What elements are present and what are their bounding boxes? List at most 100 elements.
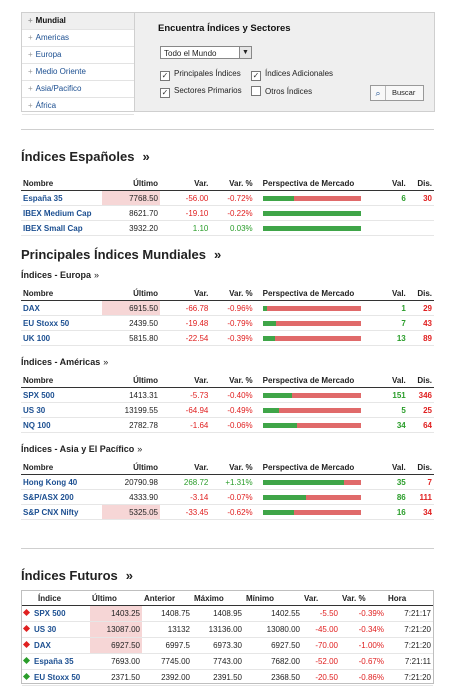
- region-item[interactable]: + Europa: [22, 47, 134, 64]
- checkbox-otros[interactable]: Otros Índices: [251, 86, 312, 96]
- chevron-right-icon[interactable]: »: [94, 270, 99, 280]
- table-row: US 30 13087.00 13132 13136.00 13080.00 -45.00…: [22, 621, 433, 638]
- future-name-link[interactable]: DAX: [34, 641, 51, 650]
- checkbox-box[interactable]: [251, 86, 261, 96]
- buy-count: 35: [373, 474, 408, 490]
- buy-count: 6: [373, 190, 408, 206]
- checkbox-sectores[interactable]: ✓ Sectores Primarios: [160, 86, 242, 98]
- region-item[interactable]: + Medio Oriente: [22, 64, 134, 81]
- checkbox-adicionales[interactable]: ✓ Índices Adicionales: [251, 69, 333, 81]
- section-title-text[interactable]: Principales Índices Mundiales: [21, 247, 206, 262]
- table-row: UK 100 5815.80 -22.54 -0.39% 13 89: [21, 330, 434, 346]
- index-name-link[interactable]: SPX 500: [21, 387, 102, 403]
- index-name-link[interactable]: US 30: [21, 402, 102, 418]
- section-title-spanish[interactable]: Índices Españoles »: [21, 149, 150, 164]
- column-header-name: Nombre: [21, 460, 102, 475]
- future-name-link[interactable]: España 35: [34, 657, 74, 666]
- future-name-cell[interactable]: EU Stoxx 50: [22, 669, 90, 686]
- buy-count: [373, 220, 408, 236]
- change-percent: -0.79%: [210, 315, 255, 331]
- index-name-link[interactable]: DAX: [21, 300, 102, 316]
- low-value: 7682.00: [244, 653, 302, 670]
- index-name-link[interactable]: IBEX Medium Cap: [21, 205, 102, 221]
- future-name-link[interactable]: SPX 500: [34, 609, 66, 618]
- region-item[interactable]: + Americas: [22, 30, 134, 47]
- future-name-cell[interactable]: DAX: [22, 637, 90, 654]
- sentiment-bar: [262, 392, 361, 398]
- section-title-text[interactable]: Índices Futuros: [21, 568, 118, 583]
- group-title-americas[interactable]: Índices - Américas»: [21, 357, 108, 367]
- last-value: 1413.31: [101, 387, 160, 403]
- group-title-text[interactable]: Índices - Américas: [21, 357, 100, 367]
- region-select[interactable]: Todo el Mundo ▼: [160, 46, 252, 59]
- market-perspective: [254, 504, 374, 520]
- high-value: 6973.30: [192, 637, 244, 654]
- chevron-right-icon[interactable]: »: [103, 357, 108, 367]
- index-name-link[interactable]: Hong Kong 40: [21, 474, 102, 490]
- region-item[interactable]: + Mundial: [22, 13, 134, 30]
- future-name-link[interactable]: US 30: [34, 625, 56, 634]
- column-header-perspective: Perspectiva de Mercado: [254, 286, 374, 301]
- futures-table: Índice Último Anterior Máximo Mínimo Var. Var.…: [22, 591, 433, 686]
- table-row: España 35 7693.00 7745.00 7743.00 7682.00 -52…: [22, 653, 433, 670]
- bullet-icon: +: [28, 67, 33, 76]
- divider: [21, 129, 434, 130]
- last-value: 2782.78: [101, 417, 160, 433]
- index-name-link[interactable]: S&P CNX Nifty: [21, 504, 102, 520]
- table-row: Hong Kong 40 20790.98 268.72 +1.31% 35 7: [21, 474, 434, 490]
- region-label[interactable]: Europa: [36, 50, 62, 59]
- low-value: 2368.50: [244, 669, 302, 686]
- region-item[interactable]: + África: [22, 98, 134, 115]
- change-percent: -0.96%: [210, 300, 255, 316]
- group-title-europa[interactable]: Índices - Europa»: [21, 270, 99, 280]
- market-perspective: [254, 220, 374, 236]
- region-label[interactable]: Medio Oriente: [36, 67, 86, 76]
- checkbox-box[interactable]: ✓: [160, 71, 170, 81]
- index-name-link[interactable]: EU Stoxx 50: [21, 315, 102, 331]
- chevron-right-icon[interactable]: »: [137, 444, 142, 454]
- chevron-down-icon[interactable]: ▼: [239, 47, 251, 58]
- checkbox-principales[interactable]: ✓ Principales Índices: [160, 69, 241, 81]
- section-title-world[interactable]: Principales Índices Mundiales »: [21, 247, 221, 262]
- sell-count: 43: [407, 315, 434, 331]
- column-header-pct: Var. %: [210, 286, 255, 301]
- search-button[interactable]: ⌕ Buscar: [370, 85, 424, 101]
- change-value: -5.50: [302, 605, 340, 622]
- chevron-right-icon[interactable]: »: [214, 247, 221, 262]
- region-label[interactable]: Asia/Pacifico: [36, 84, 82, 93]
- index-name-link[interactable]: S&P/ASX 200: [21, 489, 102, 505]
- change-percent: +1.31%: [210, 474, 255, 490]
- future-name-cell[interactable]: España 35: [22, 653, 90, 670]
- chevron-right-icon[interactable]: »: [142, 149, 149, 164]
- change-value: -56.00: [160, 190, 211, 206]
- future-name-cell[interactable]: SPX 500: [22, 605, 90, 622]
- group-title-text[interactable]: Índices - Asia y El Pacífico: [21, 444, 134, 454]
- last-value: 3932.20: [101, 220, 160, 236]
- divider: [21, 548, 434, 549]
- buy-count: 16: [373, 504, 408, 520]
- index-finder: + Mundial + Americas + Europa + Medio Oriente + A…: [21, 12, 435, 115]
- sentiment-bar: [262, 305, 361, 311]
- section-title-text[interactable]: Índices Españoles: [21, 149, 134, 164]
- checkbox-box[interactable]: ✓: [160, 88, 170, 98]
- index-name-link[interactable]: IBEX Small Cap: [21, 220, 102, 236]
- future-name-cell[interactable]: US 30: [22, 621, 90, 638]
- group-title-asia[interactable]: Índices - Asia y El Pacífico»: [21, 444, 142, 454]
- last-value: 2371.50: [90, 669, 142, 686]
- region-item[interactable]: + Asia/Pacifico: [22, 81, 134, 98]
- column-header-chg: Var.: [160, 286, 211, 301]
- future-name-link[interactable]: EU Stoxx 50: [34, 673, 80, 682]
- region-label[interactable]: Americas: [36, 33, 69, 42]
- last-value: 5325.05: [101, 504, 160, 520]
- index-name-link[interactable]: UK 100: [21, 330, 102, 346]
- change-value: -66.78: [160, 300, 211, 316]
- index-name-link[interactable]: NQ 100: [21, 417, 102, 433]
- table-row: IBEX Medium Cap 8621.70 -19.10 -0.22%: [21, 205, 434, 221]
- checkbox-box[interactable]: ✓: [251, 71, 261, 81]
- chevron-right-icon[interactable]: »: [126, 568, 133, 583]
- region-label[interactable]: África: [36, 101, 56, 110]
- group-title-text[interactable]: Índices - Europa: [21, 270, 91, 280]
- region-label[interactable]: Mundial: [36, 16, 66, 25]
- index-name-link[interactable]: España 35: [21, 190, 102, 206]
- section-title-futures[interactable]: Índices Futuros »: [21, 568, 133, 583]
